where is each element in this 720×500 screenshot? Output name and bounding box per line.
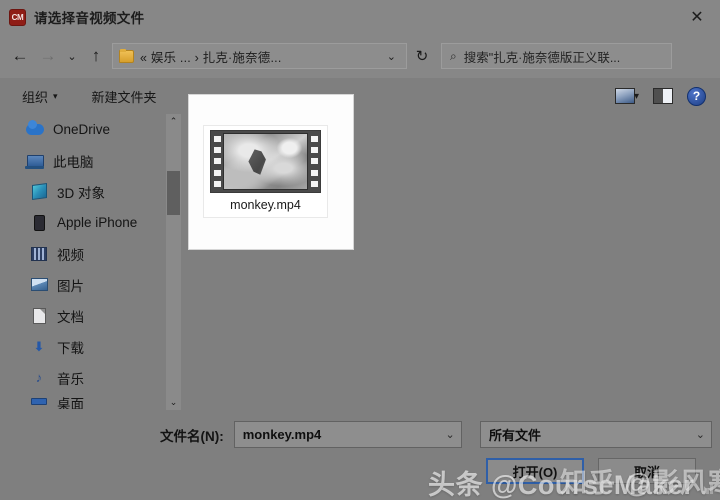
- chevron-down-icon[interactable]: ⌄: [696, 428, 705, 441]
- recent-locations-button[interactable]: ⌄: [62, 41, 82, 71]
- back-button[interactable]: ←: [6, 41, 34, 71]
- title-bar: CM 请选择音视频文件 ✕: [0, 0, 720, 34]
- forward-button[interactable]: →: [34, 41, 62, 71]
- video-thumbnail: [210, 130, 321, 193]
- scrollbar-thumb[interactable]: [167, 171, 180, 215]
- sidebar-item-pictures[interactable]: 图片: [0, 269, 166, 300]
- sidebar-item-onedrive[interactable]: OneDrive: [0, 114, 166, 145]
- sidebar-item-label: 此电脑: [53, 154, 94, 170]
- thumbnail-image: [223, 133, 308, 190]
- command-toolbar: 组织 ▾ 新建文件夹 ▾ ?: [0, 78, 720, 114]
- chevron-down-icon[interactable]: ⌄: [381, 50, 402, 63]
- 3d-objects-icon: [30, 182, 48, 201]
- sidebar-item-music[interactable]: ♪ 音乐: [0, 362, 166, 393]
- sidebar-item-documents[interactable]: 文档: [0, 300, 166, 331]
- refresh-icon[interactable]: ↻: [407, 43, 437, 69]
- up-button[interactable]: ↑: [82, 41, 110, 71]
- organize-button[interactable]: 组织 ▾: [16, 87, 64, 106]
- filename-row: 文件名(N): monkey.mp4 ⌄: [160, 421, 462, 448]
- chevron-down-icon: ▾: [633, 90, 639, 102]
- downloads-icon: ⬇: [33, 339, 45, 354]
- scroll-up-icon[interactable]: ⌃: [166, 114, 181, 129]
- film-sprockets-left: [211, 131, 223, 192]
- breadcrumb[interactable]: « 娱乐 ... › 扎克·施奈德... ⌄: [112, 43, 407, 69]
- sidebar-item-label: Apple iPhone: [57, 215, 138, 230]
- videos-icon: [30, 245, 48, 262]
- window-title: 请选择音视频文件: [34, 11, 145, 26]
- scroll-down-icon[interactable]: ⌄: [166, 395, 181, 410]
- search-icon: ⌕: [450, 48, 457, 63]
- sidebar-item-downloads[interactable]: ⬇ 下载: [0, 331, 166, 362]
- sidebar-item-label: OneDrive: [53, 122, 111, 137]
- organize-label: 组织: [22, 89, 49, 105]
- new-folder-button[interactable]: 新建文件夹: [86, 87, 163, 106]
- sidebar-item-desktop[interactable]: 桌面: [0, 393, 166, 409]
- open-button[interactable]: 打开(O): [486, 458, 584, 484]
- app-icon: CM: [9, 8, 26, 26]
- chevron-down-icon: ▾: [53, 90, 58, 101]
- navigation-bar: ← → ⌄ ↑ « 娱乐 ... › 扎克·施奈德... ⌄ ↻ ⌕ 搜索"扎克…: [0, 34, 720, 78]
- this-pc-icon: [24, 152, 44, 169]
- file-name-label: monkey.mp4: [230, 198, 301, 212]
- sidebar-item-label: 视频: [57, 247, 84, 263]
- help-icon[interactable]: ?: [687, 86, 706, 106]
- onedrive-icon: [26, 120, 44, 138]
- film-sprockets-right: [308, 131, 320, 192]
- sidebar-item-label: 音乐: [57, 371, 84, 387]
- sidebar-item-label: 桌面: [57, 397, 84, 409]
- file-list-panel[interactable]: monkey.mp4: [188, 94, 354, 250]
- filename-value: monkey.mp4: [242, 427, 322, 442]
- sidebar-item-videos[interactable]: 视频: [0, 238, 166, 269]
- documents-icon: [30, 307, 48, 324]
- view-mode-icon: [614, 88, 635, 104]
- navigation-sidebar[interactable]: OneDrive 此电脑 3D 对象 Apple iPhone 视频 图片 文档…: [0, 114, 166, 410]
- toolbar-right-group: ▾ ?: [614, 86, 706, 106]
- cancel-button[interactable]: 取消: [598, 458, 696, 484]
- desktop-icon: [30, 393, 48, 409]
- search-placeholder: 搜索"扎克·施奈德版正义联...: [463, 50, 621, 65]
- breadcrumb-path: « 娱乐 ... › 扎克·施奈德...: [140, 50, 282, 65]
- filetype-value: 所有文件: [489, 428, 542, 443]
- view-mode-button[interactable]: ▾: [614, 88, 639, 104]
- filename-input[interactable]: monkey.mp4 ⌄: [233, 421, 462, 448]
- music-icon: ♪: [35, 370, 43, 385]
- sidebar-item-label: 文档: [57, 309, 84, 325]
- sidebar-item-this-pc[interactable]: 此电脑: [0, 145, 166, 176]
- chevron-down-icon[interactable]: ⌄: [446, 428, 455, 441]
- folder-icon: [119, 48, 134, 63]
- sidebar-item-3d-objects[interactable]: 3D 对象: [0, 176, 166, 207]
- sidebar-item-label: 图片: [57, 278, 84, 294]
- pictures-icon: [30, 276, 48, 293]
- filetype-select[interactable]: 所有文件 ⌄: [480, 421, 712, 448]
- sidebar-scrollbar[interactable]: ⌃ ⌄: [166, 114, 181, 410]
- search-input[interactable]: ⌕ 搜索"扎克·施奈德版正义联...: [441, 43, 672, 69]
- preview-pane-icon[interactable]: [653, 88, 673, 104]
- filename-label: 文件名(N):: [160, 428, 224, 444]
- list-item[interactable]: monkey.mp4: [203, 125, 328, 218]
- apple-iphone-icon: [30, 214, 48, 231]
- sidebar-item-apple-iphone[interactable]: Apple iPhone: [0, 207, 166, 238]
- close-icon[interactable]: ✕: [674, 0, 720, 34]
- sidebar-item-label: 下载: [57, 340, 84, 356]
- watermark-mark-icon: [702, 484, 714, 494]
- sidebar-item-label: 3D 对象: [57, 185, 106, 201]
